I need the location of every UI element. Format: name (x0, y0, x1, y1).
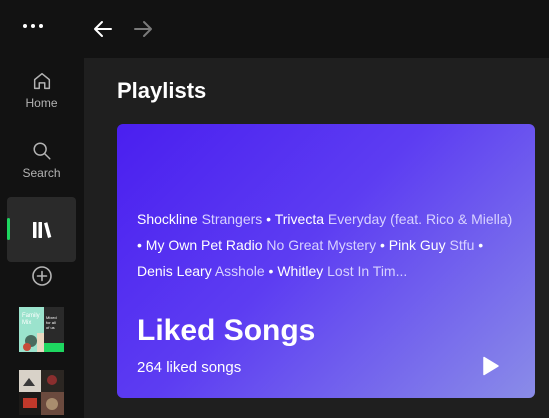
sidebar: Home Search Family Mix Mixed for all of … (0, 58, 83, 418)
preview-artist: My Own Pet Radio (145, 237, 263, 253)
active-indicator (7, 218, 10, 240)
main-content: Playlists Shockline Strangers • Trivecta… (84, 58, 549, 418)
preview-track: No Great Mystery (266, 237, 377, 253)
preview-track: Strangers (201, 211, 263, 227)
playlist-cover-art: Family Mix Mixed for all of us (19, 307, 64, 352)
preview-separator: • (264, 263, 278, 279)
sidebar-item-create-playlist[interactable] (7, 264, 76, 294)
preview-artist: Trivecta (274, 211, 325, 227)
preview-artist: Whitley (277, 263, 324, 279)
search-icon (32, 142, 51, 160)
preview-artist: Denis Leary (137, 263, 212, 279)
sidebar-item-label: Search (22, 166, 61, 180)
playlist-thumbnail-family-mix[interactable]: Family Mix Mixed for all of us (19, 307, 64, 352)
arrow-left-icon[interactable] (91, 17, 115, 41)
thumbnail-side-text: of us (46, 325, 55, 330)
liked-songs-count: 264 liked songs (137, 359, 242, 376)
sidebar-item-home[interactable]: Home (7, 70, 76, 130)
home-icon (33, 72, 50, 90)
liked-songs-preview: Shockline Strangers • Trivecta Everyday … (137, 206, 521, 284)
liked-songs-title: Liked Songs (137, 314, 316, 347)
more-horizontal-icon[interactable] (23, 24, 47, 30)
playlist-cover-art (19, 370, 64, 415)
thumbnail-caption: Family (22, 313, 40, 319)
sidebar-item-label: Home (25, 96, 58, 110)
preview-separator: • (262, 211, 275, 227)
playlist-thumbnail-2[interactable] (19, 370, 64, 415)
preview-artist: Shockline (137, 211, 198, 227)
app-window: Home Search Family Mix Mixed for all of … (0, 0, 549, 418)
top-bar (0, 0, 549, 58)
preview-separator: • (376, 237, 389, 253)
preview-track: Stfu (449, 237, 475, 253)
preview-track: Lost In Tim... (327, 263, 408, 279)
thumbnail-caption: Mix (22, 320, 31, 326)
preview-separator: • (474, 237, 484, 253)
preview-track: Everyday (feat. Rico & Miella) (327, 211, 513, 227)
add-circle-icon (31, 266, 52, 286)
arrow-right-icon[interactable] (131, 17, 155, 41)
sidebar-item-search[interactable]: Search (7, 140, 76, 200)
play-icon[interactable] (478, 354, 502, 378)
liked-songs-card[interactable]: Shockline Strangers • Trivecta Everyday … (117, 124, 535, 398)
page-title: Playlists (117, 78, 207, 103)
preview-artist: Pink Guy (388, 237, 446, 253)
preview-track: Asshole (214, 263, 265, 279)
preview-separator: • (137, 237, 146, 253)
sidebar-item-library[interactable] (7, 197, 76, 262)
library-icon (33, 222, 52, 238)
